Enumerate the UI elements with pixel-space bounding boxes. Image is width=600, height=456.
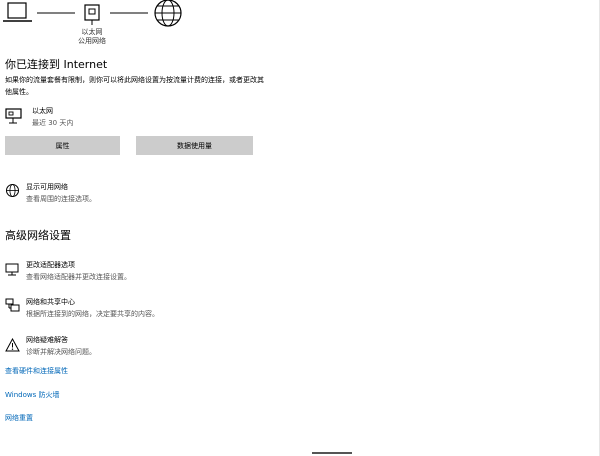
taskbar-indicator <box>312 452 352 454</box>
adapter-usage-period: 最近 30 天内 <box>32 119 74 127</box>
adapter-options-description: 查看网络适配器并更改连接设置。 <box>26 273 131 281</box>
show-networks-globe-icon <box>5 183 20 202</box>
show-networks-link[interactable]: 显示可用网络 <box>26 182 68 192</box>
data-usage-button[interactable]: 数据使用量 <box>136 136 253 155</box>
sharing-center-icon <box>5 298 20 317</box>
adapter-options-icon <box>5 262 20 281</box>
network-status-page: 以太网 公用网络 你已连接到 Internet 如果你的流量套餐有限制，则你可以… <box>0 0 600 456</box>
advanced-settings-heading: 高级网络设置 <box>5 229 71 242</box>
show-networks-description: 查看周围的连接选项。 <box>26 195 96 203</box>
sharing-center-description: 根据所连接到的网络，决定要共享的内容。 <box>26 310 159 318</box>
diagram-caption-network: 以太网 公用网络 <box>62 28 122 46</box>
troubleshooter-link[interactable]: 网络疑难解答 <box>26 335 68 345</box>
globe-icon <box>154 0 182 27</box>
hardware-properties-link[interactable]: 查看硬件和连接属性 <box>5 366 68 376</box>
laptop-icon <box>3 2 32 22</box>
adapter-options-link[interactable]: 更改适配器选项 <box>26 260 75 270</box>
ethernet-adapter-icon <box>84 4 100 25</box>
troubleshoot-warning-icon <box>5 337 20 356</box>
diagram-caption-profile: 公用网络 <box>78 37 106 45</box>
network-reset-link[interactable]: 网络重置 <box>5 413 33 423</box>
windows-firewall-link[interactable]: Windows 防火墙 <box>5 390 59 400</box>
properties-button[interactable]: 属性 <box>5 136 120 155</box>
diagram-caption-adapter: 以太网 <box>81 28 103 36</box>
ethernet-icon <box>5 108 23 128</box>
troubleshooter-description: 诊断并解决网络问题。 <box>26 348 96 356</box>
connection-status-title: 你已连接到 Internet <box>5 58 108 71</box>
connection-status-description: 如果你的流量套餐有限制，则你可以将此网络设置为按流量计费的连接，或者更改其他属性… <box>5 76 264 96</box>
adapter-name: 以太网 <box>32 107 53 115</box>
connection-diagram: 以太网 公用网络 <box>0 0 200 50</box>
sharing-center-link[interactable]: 网络和共享中心 <box>26 297 75 307</box>
